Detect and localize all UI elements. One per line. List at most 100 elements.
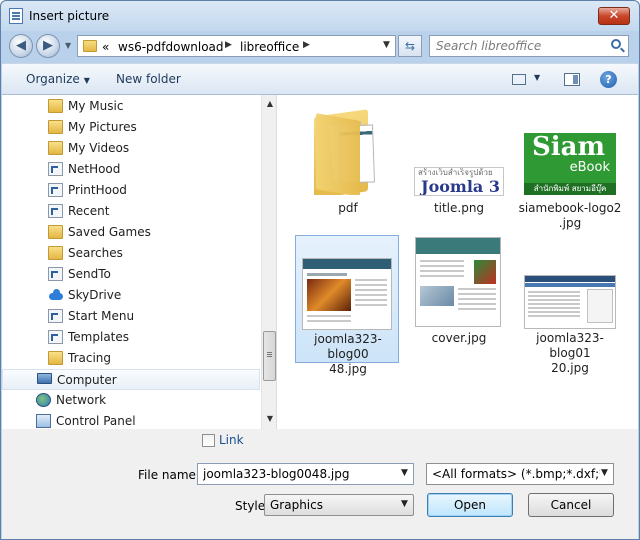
scroll-down-icon[interactable]: ▼ [262, 412, 276, 426]
shortcut-icon [48, 330, 63, 344]
style-value: Graphics [270, 498, 323, 512]
thumbnail-title: Joomla 3 [421, 177, 500, 196]
file-name-label: title.png [433, 201, 485, 215]
new-folder-button[interactable]: New folder [116, 72, 181, 86]
forward-arrow-icon: ▶ [43, 38, 53, 53]
open-button[interactable]: Open [427, 493, 513, 517]
sidebar-item-printhood[interactable]: PrintHood [2, 180, 260, 201]
style-select[interactable]: Graphics ▼ [264, 494, 414, 516]
address-row: ◀ ▶ ▼ « ws6-pdfdownload ▶ libreoffice ▶ … [1, 31, 639, 63]
sidebar-item-tracing[interactable]: Tracing [2, 348, 260, 369]
sidebar-item-label: NetHood [68, 162, 121, 176]
preview-pane-icon[interactable] [564, 73, 580, 86]
address-overflow[interactable]: « [102, 40, 109, 54]
chevron-down-icon[interactable]: ▼ [401, 468, 408, 478]
sidebar-item-sendto[interactable]: SendTo [2, 264, 260, 285]
sidebar-item-label: Templates [68, 330, 130, 344]
chevron-down-icon[interactable]: ▼ [401, 499, 408, 509]
sidebar-item-nethood[interactable]: NetHood [2, 159, 260, 180]
forward-button[interactable]: ▶ [36, 34, 60, 58]
refresh-button[interactable]: ⇆ [398, 35, 422, 57]
sidebar-item-searches[interactable]: Searches [2, 243, 260, 264]
sidebar-item-label: My Videos [68, 141, 130, 155]
image-thumbnail: Siam eBook สำนักพิมพ์ สยามอีบุ๊ค [524, 133, 616, 195]
file-name-label: joomla323-blog00 48.jpg [296, 332, 400, 377]
folder-icon [48, 351, 63, 365]
file-list: pdf สร้างเว็บสำเร็จรูปด้วย Joomla 3 titl… [278, 95, 638, 429]
sidebar-item-my-pictures[interactable]: My Pictures [2, 117, 260, 138]
back-button[interactable]: ◀ [9, 34, 33, 58]
computer-icon [37, 373, 52, 384]
toolbar: Organize ▼ New folder ▼ ? [2, 63, 638, 95]
sidebar-item-my-music[interactable]: My Music [2, 96, 260, 117]
shortcut-icon [48, 162, 63, 176]
sidebar-item-label: Network [56, 393, 107, 407]
help-icon[interactable]: ? [600, 71, 617, 88]
sidebar-item-templates[interactable]: Templates [2, 327, 260, 348]
sidebar-item-control-panel[interactable]: Control Panel [2, 411, 260, 429]
nav-scrollbar[interactable]: ▲ ▼ [261, 95, 276, 429]
breadcrumb-arrow-icon[interactable]: ▶ [303, 40, 310, 50]
cancel-button[interactable]: Cancel [528, 493, 614, 517]
file-type-select[interactable]: <All formats> (*.bmp;*.dxf;*.en ▼ [426, 463, 614, 485]
file-item-joomla323-blog0120[interactable]: joomla323-blog01 20.jpg [518, 235, 622, 375]
sidebar-item-skydrive[interactable]: SkyDrive [2, 285, 260, 306]
file-name-label: File name: [138, 468, 200, 482]
recent-locations-dropdown[interactable]: ▼ [65, 41, 71, 50]
close-button[interactable]: ✕ [598, 7, 630, 25]
insert-picture-dialog: Insert picture ✕ ◀ ▶ ▼ « ws6-pdfdownload… [0, 0, 640, 540]
file-item-pdf[interactable]: pdf [296, 97, 400, 225]
folder-icon [48, 246, 63, 260]
logo-main-text: Siam [532, 133, 606, 162]
sidebar-item-recent[interactable]: Recent [2, 201, 260, 222]
file-item-title-png[interactable]: สร้างเว็บสำเร็จรูปด้วย Joomla 3 title.pn… [407, 97, 511, 225]
file-item-cover-jpg[interactable]: cover.jpg [407, 235, 511, 363]
change-view-icon[interactable] [512, 74, 526, 85]
skydrive-icon [48, 288, 63, 302]
shortcut-icon [48, 204, 63, 218]
file-name-input[interactable]: joomla323-blog0048.jpg ▼ [197, 463, 414, 485]
refresh-icon: ⇆ [404, 39, 416, 53]
content-area: My Music My Pictures My Videos NetHood Print… [2, 95, 638, 429]
sidebar-item-label: Recent [68, 204, 110, 218]
breadcrumb-libreoffice[interactable]: libreoffice [240, 40, 299, 54]
sidebar-item-saved-games[interactable]: Saved Games [2, 222, 260, 243]
sidebar-item-label: Saved Games [68, 225, 151, 239]
search-box [429, 35, 629, 57]
chevron-down-icon: ▼ [83, 76, 90, 85]
sidebar-item-label: Start Menu [68, 309, 135, 323]
breadcrumb-arrow-icon[interactable]: ▶ [225, 40, 232, 50]
network-icon [36, 393, 51, 407]
search-icon[interactable] [611, 39, 621, 49]
sidebar-item-start-menu[interactable]: Start Menu [2, 306, 260, 327]
image-thumbnail [524, 275, 616, 329]
sidebar-item-computer[interactable]: Computer [2, 369, 260, 390]
folder-icon [48, 141, 63, 155]
style-label: Style [235, 499, 266, 513]
sidebar-item-network[interactable]: Network [2, 390, 260, 411]
sidebar-item-label: Control Panel [56, 414, 136, 428]
search-input[interactable] [436, 38, 606, 54]
address-bar[interactable]: « ws6-pdfdownload ▶ libreoffice ▶ ▼ [77, 35, 396, 57]
sidebar-item-label: SkyDrive [68, 288, 122, 302]
close-icon: ✕ [608, 8, 620, 23]
file-name-text: joomla323-blog00 48.jpg [314, 332, 382, 376]
link-label[interactable]: Link [219, 433, 244, 447]
organize-label: Organize [26, 72, 80, 86]
sidebar-item-label: Tracing [68, 351, 112, 365]
link-checkbox[interactable] [202, 434, 215, 447]
organize-button[interactable]: Organize ▼ [26, 72, 90, 86]
chevron-down-icon[interactable]: ▼ [601, 468, 608, 478]
address-dropdown-icon[interactable]: ▼ [383, 40, 390, 50]
sidebar-item-my-videos[interactable]: My Videos [2, 138, 260, 159]
file-item-joomla323-blog0048[interactable]: joomla323-blog00 48.jpg [295, 235, 399, 376]
view-dropdown-icon[interactable]: ▼ [534, 73, 540, 82]
breadcrumb-ws6-pdfdownload[interactable]: ws6-pdfdownload [118, 40, 224, 54]
file-item-siamebook-logo2[interactable]: Siam eBook สำนักพิมพ์ สยามอีบุ๊ค siamebo… [518, 97, 622, 230]
back-arrow-icon: ◀ [16, 38, 26, 53]
scroll-up-icon[interactable]: ▲ [262, 97, 276, 111]
scrollbar-thumb[interactable] [263, 331, 276, 381]
file-name-label: siamebook-logo2 .jpg [518, 201, 622, 230]
bottom-panel: Link File name: joomla323-blog0048.jpg ▼… [2, 429, 638, 539]
file-type-value: <All formats> (*.bmp;*.dxf;*.en [432, 467, 600, 481]
